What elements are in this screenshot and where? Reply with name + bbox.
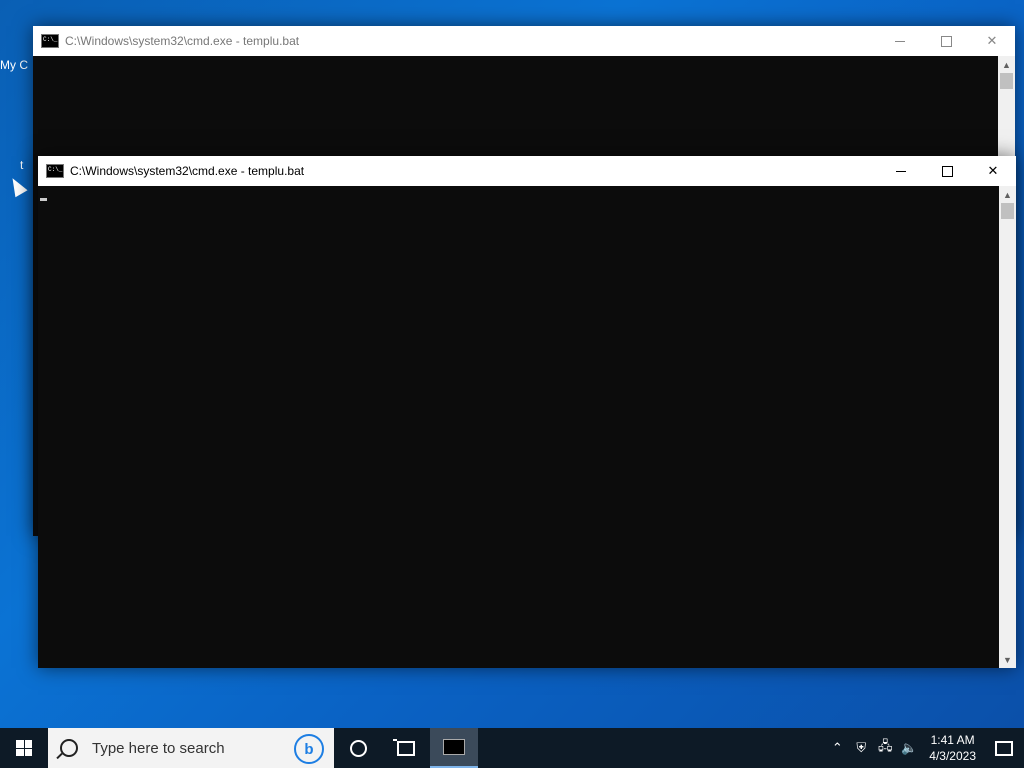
cmd-icon	[443, 739, 465, 755]
notification-button[interactable]	[984, 728, 1024, 768]
console-output[interactable]	[38, 186, 999, 668]
search-box[interactable]: Type here to search b	[48, 728, 334, 768]
search-icon	[60, 739, 78, 757]
start-button[interactable]	[0, 728, 48, 768]
scroll-up-arrow-icon[interactable]: ▲	[999, 186, 1016, 203]
system-tray: ⌃ ⛨ 🖧 🔈 1:41 AM 4/3/2023	[825, 728, 1024, 768]
maximize-button[interactable]	[923, 26, 969, 56]
window-title: C:\Windows\system32\cmd.exe - templu.bat	[70, 164, 305, 178]
title-bar[interactable]: C:\Windows\system32\cmd.exe - templu.bat	[38, 156, 1016, 186]
window-title: C:\Windows\system32\cmd.exe - templu.bat	[65, 34, 300, 48]
minimize-button[interactable]	[877, 26, 923, 56]
network-icon[interactable]: 🖧	[873, 737, 897, 759]
mouse-cursor-icon	[6, 174, 28, 198]
scroll-thumb[interactable]	[1000, 73, 1013, 89]
task-view-button[interactable]	[382, 728, 430, 768]
desktop-icon-label[interactable]: My C	[0, 58, 28, 72]
taskbar: Type here to search b ⌃ ⛨ 🖧 🔈 1:41 AM 4/…	[0, 728, 1024, 768]
vertical-scrollbar[interactable]: ▲ ▼	[999, 186, 1016, 668]
chevron-up-icon[interactable]: ⌃	[825, 740, 849, 756]
cortana-icon	[349, 739, 367, 757]
windows-logo-icon	[16, 740, 32, 756]
bing-icon[interactable]: b	[294, 734, 324, 764]
clock-time: 1:41 AM	[930, 733, 975, 747]
cortana-button[interactable]	[334, 728, 382, 768]
title-bar[interactable]: C:\Windows\system32\cmd.exe - templu.bat	[33, 26, 1015, 56]
cmd-window-front[interactable]: C:\Windows\system32\cmd.exe - templu.bat…	[38, 156, 1016, 668]
scroll-down-arrow-icon[interactable]: ▼	[999, 651, 1016, 668]
text-cursor	[40, 198, 47, 201]
cmd-icon	[41, 34, 59, 48]
desktop-icon-label-2[interactable]: t	[20, 158, 23, 172]
close-button[interactable]	[969, 26, 1015, 56]
maximize-button[interactable]	[924, 156, 970, 186]
volume-icon[interactable]: 🔈	[897, 740, 921, 756]
taskbar-cmd-button[interactable]	[430, 728, 478, 768]
search-placeholder: Type here to search	[92, 739, 225, 757]
security-icon[interactable]: ⛨	[849, 740, 873, 756]
task-view-icon	[393, 738, 415, 756]
minimize-button[interactable]	[878, 156, 924, 186]
close-button[interactable]	[970, 156, 1016, 186]
cmd-icon	[46, 164, 64, 178]
clock-date: 4/3/2023	[929, 749, 976, 763]
scroll-up-arrow-icon[interactable]: ▲	[998, 56, 1015, 73]
notification-icon	[995, 740, 1013, 756]
scroll-thumb[interactable]	[1001, 203, 1014, 219]
clock[interactable]: 1:41 AM 4/3/2023	[921, 732, 984, 764]
